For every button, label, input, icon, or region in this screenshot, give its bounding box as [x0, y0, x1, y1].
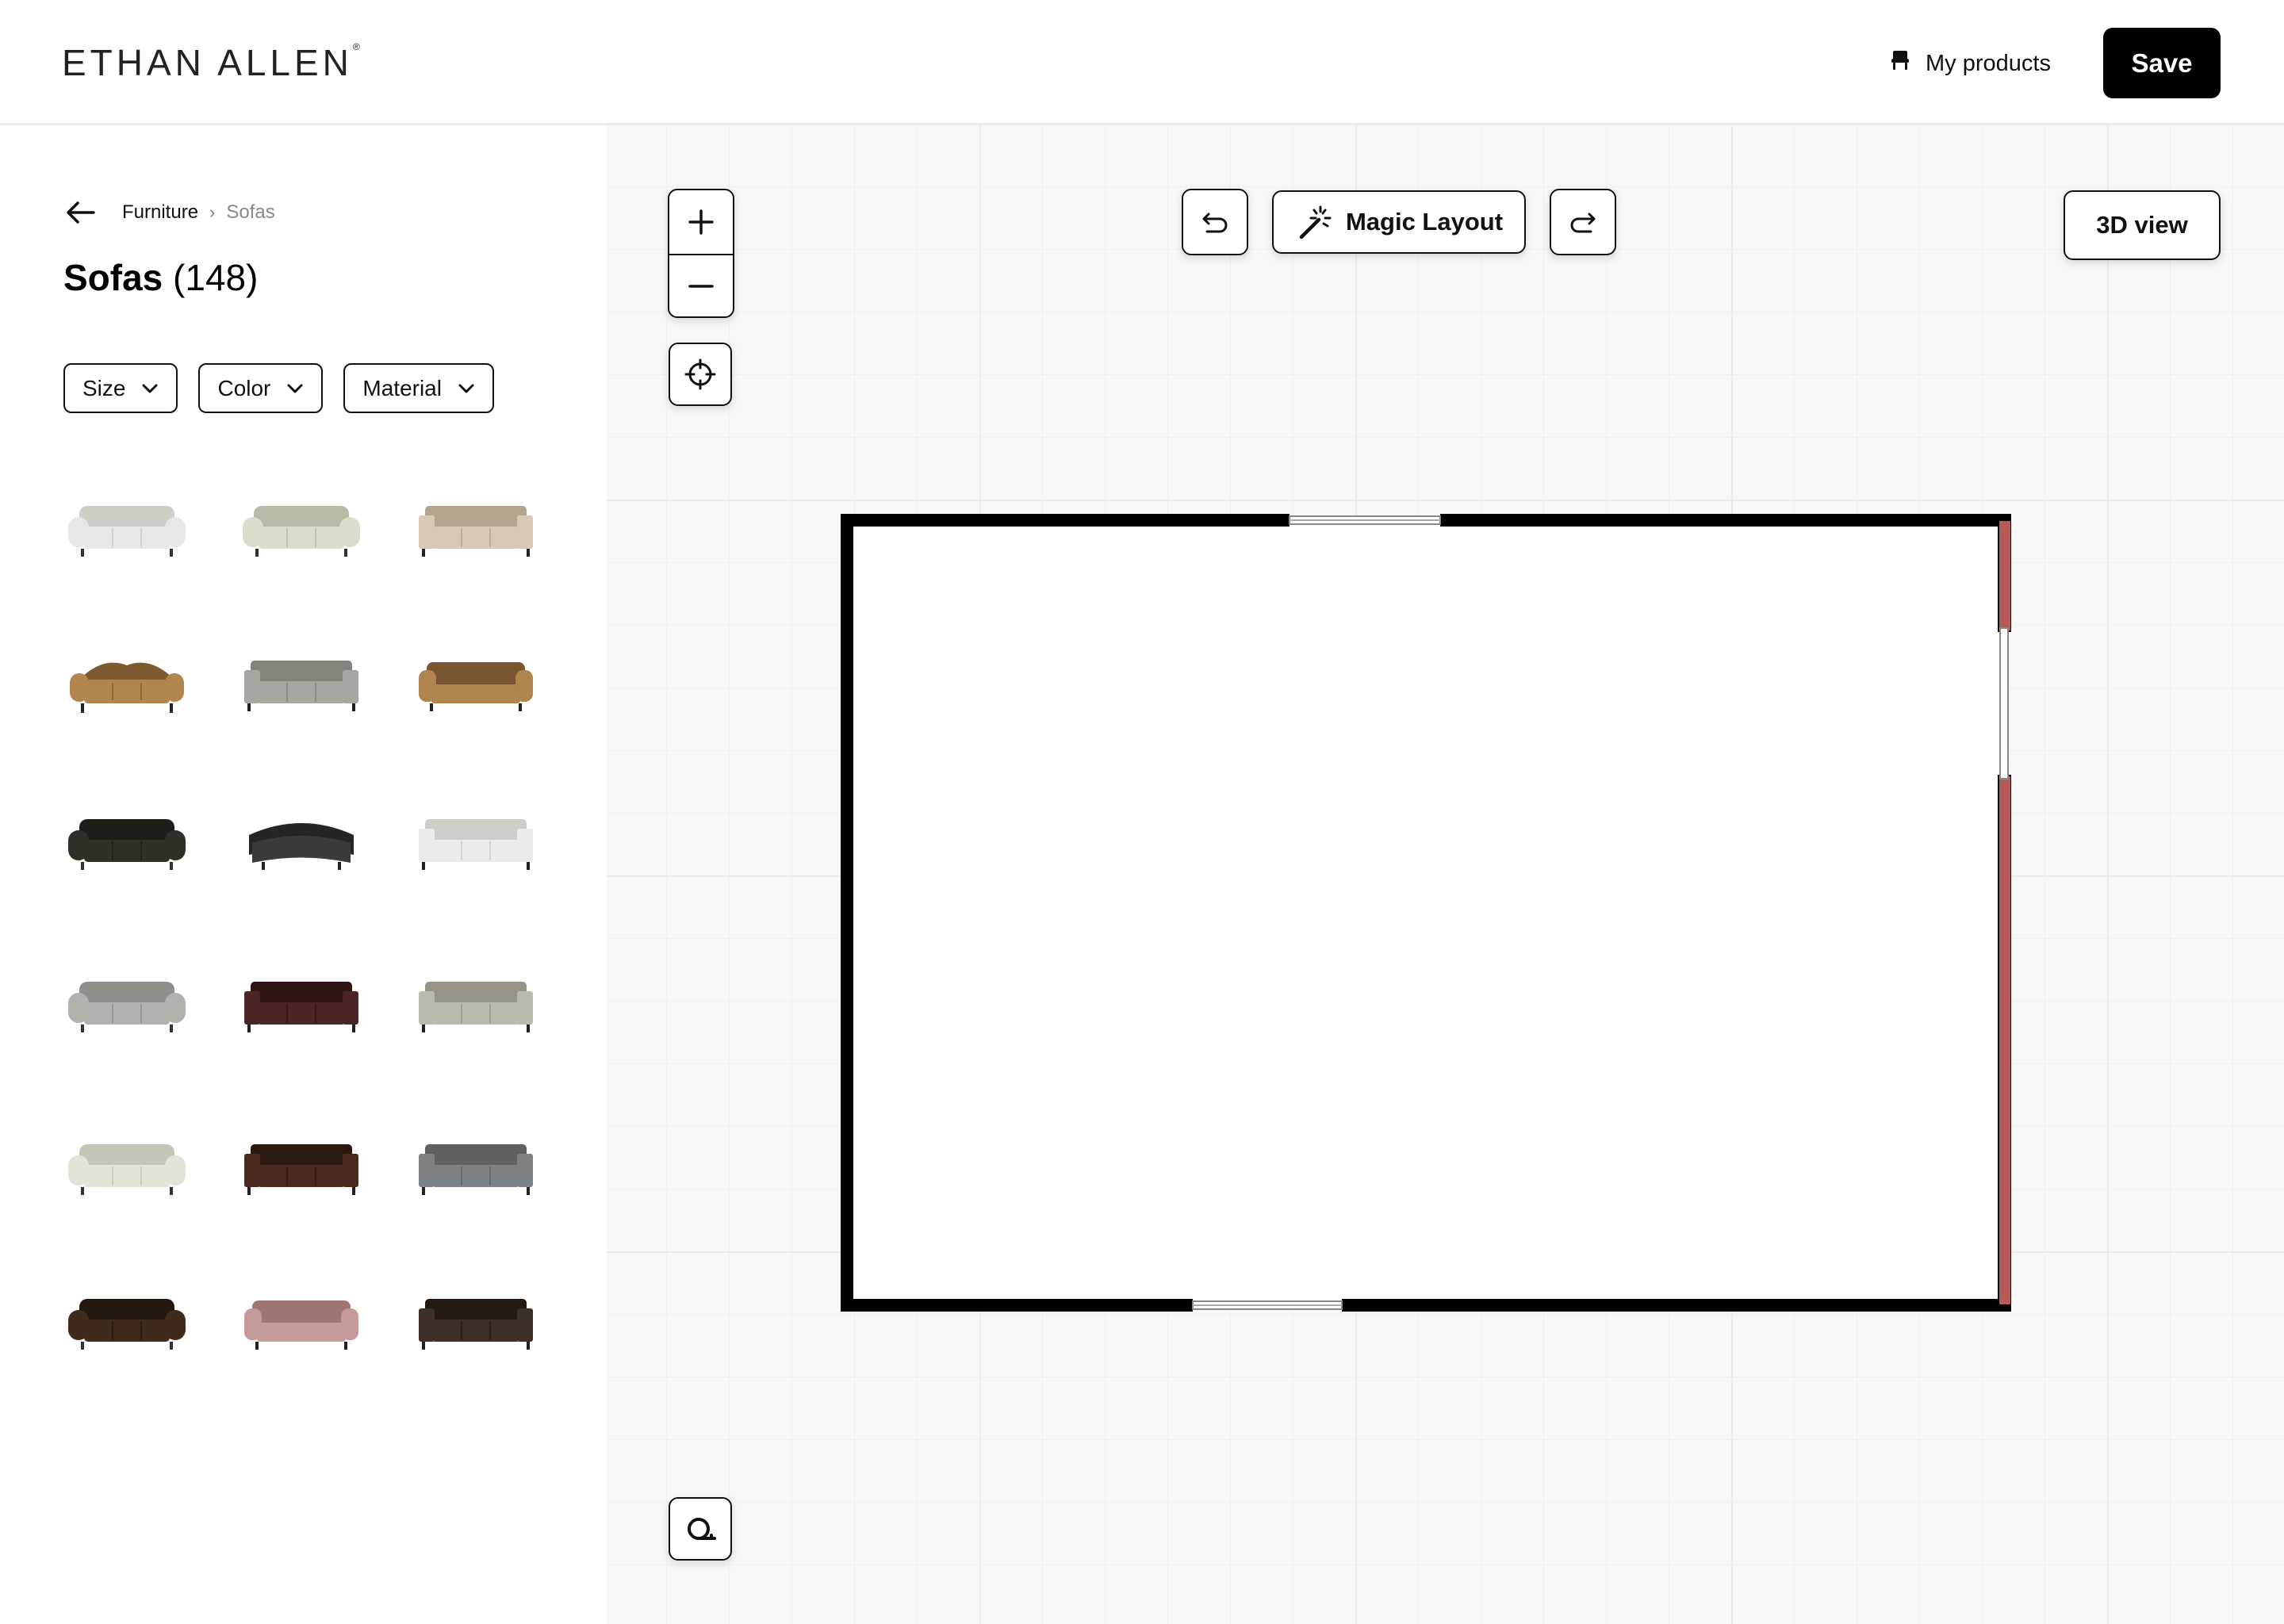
sofa-image: [244, 982, 358, 1032]
product-thumbnail[interactable]: [412, 1259, 539, 1362]
filter-material-label: Material: [362, 375, 442, 400]
sofa-image: [249, 823, 354, 870]
product-thumbnail[interactable]: [238, 466, 365, 569]
product-thumbnail[interactable]: [238, 942, 365, 1045]
top-wall-left[interactable]: [841, 514, 1290, 527]
brand-logo-text: ETHAN ALLEN: [62, 42, 353, 83]
category-count: (148): [173, 257, 259, 298]
product-thumbnail[interactable]: [63, 942, 190, 1045]
page-title: Sofas (148): [63, 256, 258, 299]
filter-bar: Size Color Material: [63, 363, 494, 413]
sofa-image: [68, 819, 186, 870]
chair-icon: [1887, 48, 1913, 79]
undo-icon: [1202, 213, 1228, 233]
magic-wand-icon: [1299, 205, 1332, 239]
save-button[interactable]: Save: [2103, 28, 2221, 98]
top-bar: ETHAN ALLEN® My products Save: [0, 0, 2284, 125]
sofa-image: [68, 506, 186, 557]
zoom-in-button[interactable]: [669, 190, 733, 254]
minus-icon: [688, 285, 714, 288]
sofa-image: [70, 662, 184, 713]
recenter-button[interactable]: [669, 343, 732, 406]
top-wall-right[interactable]: [1440, 514, 2011, 527]
room-floor-plan[interactable]: [841, 514, 2011, 1312]
sofa-image: [419, 982, 533, 1032]
product-sidebar: Furniture › Sofas Sofas (148) Size Color…: [0, 125, 607, 1624]
sofa-image: [419, 1144, 533, 1195]
zoom-controls: [668, 189, 734, 318]
breadcrumb-sofas: Sofas: [226, 201, 275, 223]
filter-size-label: Size: [82, 375, 126, 400]
breadcrumb-furniture[interactable]: Furniture: [122, 201, 198, 224]
magic-layout-button[interactable]: Magic Layout: [1272, 190, 1526, 254]
chevron-down-icon: [287, 384, 303, 393]
trademark-mark: ®: [352, 41, 360, 52]
sofa-image: [419, 819, 533, 870]
room-floor: [847, 520, 2005, 1305]
chevron-down-icon: [142, 384, 158, 393]
sofa-image: [244, 1144, 358, 1195]
product-thumbnail[interactable]: [63, 779, 190, 883]
sofa-image: [68, 1299, 186, 1350]
sofa-image: [419, 506, 533, 557]
back-arrow-icon[interactable]: [63, 195, 98, 230]
top-window[interactable]: [1289, 515, 1441, 525]
product-thumbnail[interactable]: [412, 1105, 539, 1208]
filter-color-label: Color: [217, 375, 271, 400]
tape-measure-icon: [688, 1518, 716, 1540]
magic-layout-label: Magic Layout: [1345, 208, 1504, 236]
product-thumbnail[interactable]: [412, 779, 539, 883]
3d-view-button[interactable]: 3D view: [2064, 190, 2221, 260]
sofa-image: [419, 1299, 533, 1350]
breadcrumb-chevron-icon: ›: [209, 202, 216, 222]
undo-button[interactable]: [1182, 189, 1248, 255]
door[interactable]: [1999, 627, 2011, 779]
sofa-image: [244, 661, 358, 711]
plus-icon: [688, 209, 714, 235]
filter-material-dropdown[interactable]: Material: [343, 363, 494, 413]
brand-logo[interactable]: ETHAN ALLEN®: [62, 41, 360, 84]
product-thumbnail[interactable]: [238, 1105, 365, 1208]
sofa-image: [244, 1300, 358, 1350]
filter-color-dropdown[interactable]: Color: [198, 363, 324, 413]
product-thumbnail[interactable]: [412, 621, 539, 724]
breadcrumb: Furniture › Sofas: [63, 195, 275, 230]
product-thumbnail[interactable]: [412, 466, 539, 569]
bottom-wall-left[interactable]: [841, 1299, 1193, 1312]
sofa-image: [419, 662, 533, 711]
my-products-label: My products: [1926, 50, 2051, 76]
product-thumbnail[interactable]: [63, 1259, 190, 1362]
product-thumbnail[interactable]: [63, 1105, 190, 1208]
crosshair-icon: [684, 358, 716, 390]
sofa-image: [68, 1144, 186, 1195]
my-products-link[interactable]: My products: [1887, 44, 2051, 82]
bottom-window[interactable]: [1192, 1300, 1343, 1310]
chevron-down-icon: [458, 384, 474, 393]
left-wall[interactable]: [841, 514, 853, 1312]
product-thumbnail[interactable]: [63, 466, 190, 569]
sofa-image: [243, 506, 360, 557]
category-name: Sofas: [63, 257, 163, 298]
filter-size-dropdown[interactable]: Size: [63, 363, 178, 413]
product-thumbnail[interactable]: [412, 942, 539, 1045]
measure-tool-button[interactable]: [669, 1497, 732, 1561]
redo-button[interactable]: [1550, 189, 1616, 255]
product-thumbnail[interactable]: [238, 779, 365, 883]
redo-icon: [1570, 213, 1596, 233]
product-thumbnail[interactable]: [238, 621, 365, 724]
product-thumbnail[interactable]: [63, 621, 190, 724]
zoom-out-button[interactable]: [669, 254, 733, 316]
product-thumbnail[interactable]: [238, 1259, 365, 1362]
sofa-image: [68, 982, 186, 1032]
bottom-wall-right[interactable]: [1342, 1299, 2011, 1312]
